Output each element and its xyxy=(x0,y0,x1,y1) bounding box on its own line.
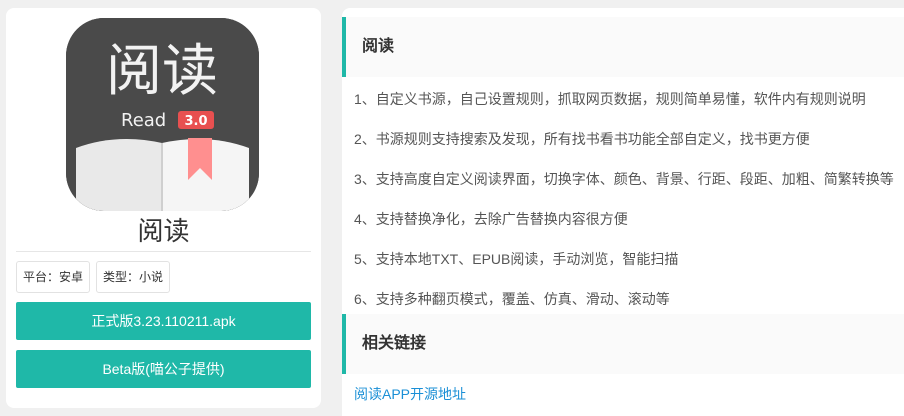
feature-item: 4、支持替换净化，去除广告替换内容很方便 xyxy=(354,211,628,227)
tag-list: 平台：安卓 类型：小说 xyxy=(16,261,171,293)
feature-item: 1、自定义书源，自己设置规则，抓取网页数据，规则简单易懂，软件内有规则说明 xyxy=(354,91,866,107)
section-title: 阅读 xyxy=(362,38,395,55)
source-code-link[interactable]: 阅读APP开源地址 xyxy=(354,384,466,404)
feature-item: 2、书源规则支持搜索及发现，所有找书看书功能全部自定义，找书更方便 xyxy=(354,131,810,147)
category-tag: 类型：小说 xyxy=(96,261,171,293)
icon-subtitle: Read xyxy=(121,110,166,131)
download-stable-button[interactable]: 正式版3.23.110211.apk xyxy=(16,302,311,340)
description-panel: 阅读 1、自定义书源，自己设置规则，抓取网页数据，规则简单易懂，软件内有规则说明… xyxy=(342,8,904,416)
app-icon: 阅读 Read 3.0 xyxy=(66,18,259,211)
app-info-card: 阅读 Read 3.0 阅读 平台：安卓 类型：小说 正式版3.23.11021… xyxy=(6,8,321,408)
icon-title: 阅读 xyxy=(106,39,218,104)
feature-item: 3、支持高度自定义阅读界面，切换字体、颜色、背景、行距、段距、加粗、简繁转换等 xyxy=(354,171,894,187)
icon-version: 3.0 xyxy=(184,114,207,129)
feature-item: 5、支持本地TXT、EPUB阅读，手动浏览，智能扫描 xyxy=(354,251,679,267)
download-beta-button[interactable]: Beta版(喵公子提供) xyxy=(16,350,311,388)
platform-tag: 平台：安卓 xyxy=(16,261,91,293)
book-icon: 阅读 Read 3.0 xyxy=(66,18,259,211)
section-header-intro: 阅读 xyxy=(342,17,904,77)
section-header-links: 相关链接 xyxy=(342,314,904,374)
feature-item: 6、支持多种翻页模式，覆盖、仿真、滑动、滚动等 xyxy=(354,291,670,307)
divider xyxy=(16,251,311,252)
section-title: 相关链接 xyxy=(362,335,427,352)
app-name: 阅读 xyxy=(137,216,190,246)
